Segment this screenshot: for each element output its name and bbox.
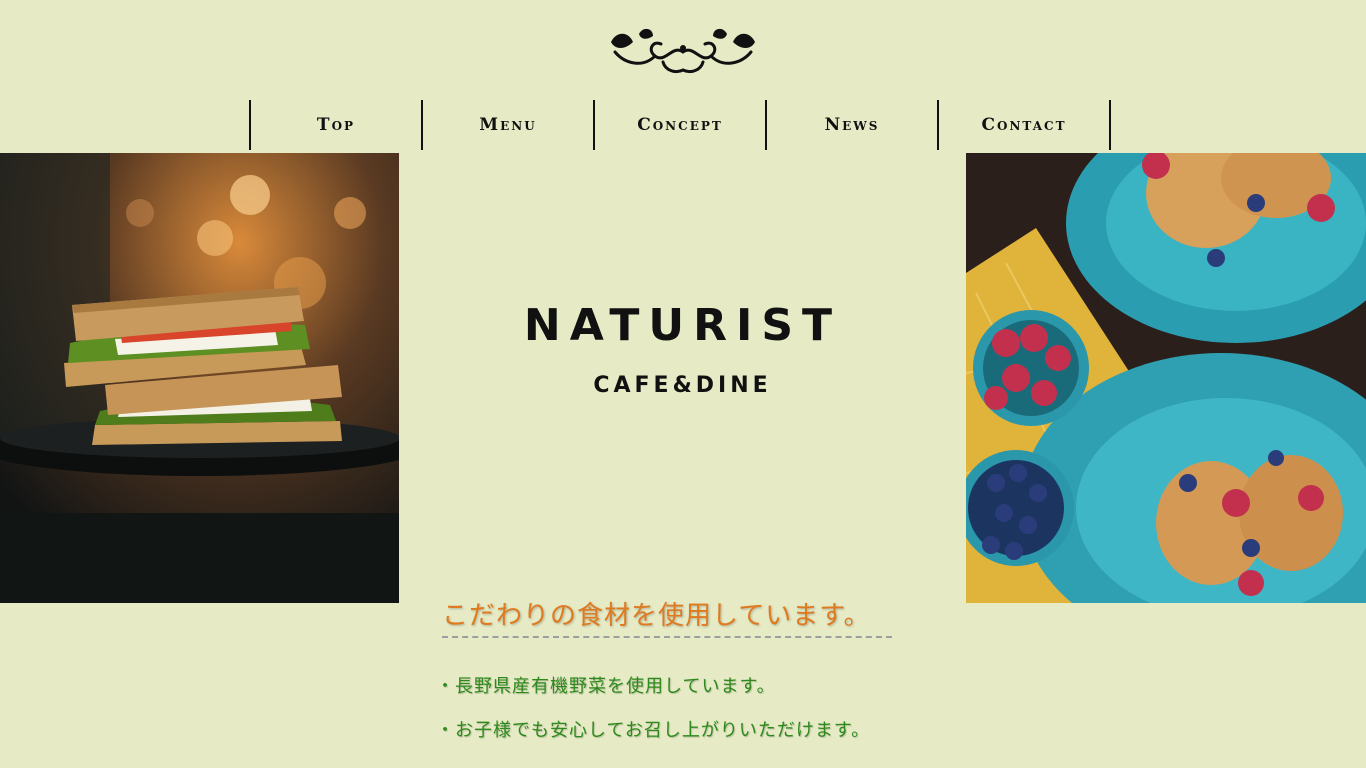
nav-item-news[interactable]: News xyxy=(765,100,937,150)
main-nav: Top Menu Concept News Contact xyxy=(249,100,1111,150)
brand-subtitle: CAFE&DINE xyxy=(593,373,772,398)
brand-name: NATURIST xyxy=(523,300,842,351)
floral-ornament-icon xyxy=(611,28,755,74)
feature-list: ・長野県産有機野菜を使用しています。 ・お子様でも安心してお召し上がりいただけま… xyxy=(436,672,870,760)
nav-item-menu[interactable]: Menu xyxy=(421,100,593,150)
pancakes-berries-photo xyxy=(966,153,1366,603)
nav-item-concept[interactable]: Concept xyxy=(593,100,765,150)
feature-heading: こだわりの食材を使用しています。 xyxy=(442,595,892,638)
brand-logo: NATURIST CAFE&DINE xyxy=(399,300,966,398)
list-item: ・お子様でも安心してお召し上がりいただけます。 xyxy=(436,720,871,741)
sandwich-photo xyxy=(0,153,399,603)
list-item: ・長野県産有機野菜を使用しています。 xyxy=(436,676,776,697)
nav-item-top[interactable]: Top xyxy=(249,100,421,150)
nav-item-contact[interactable]: Contact xyxy=(937,100,1111,150)
